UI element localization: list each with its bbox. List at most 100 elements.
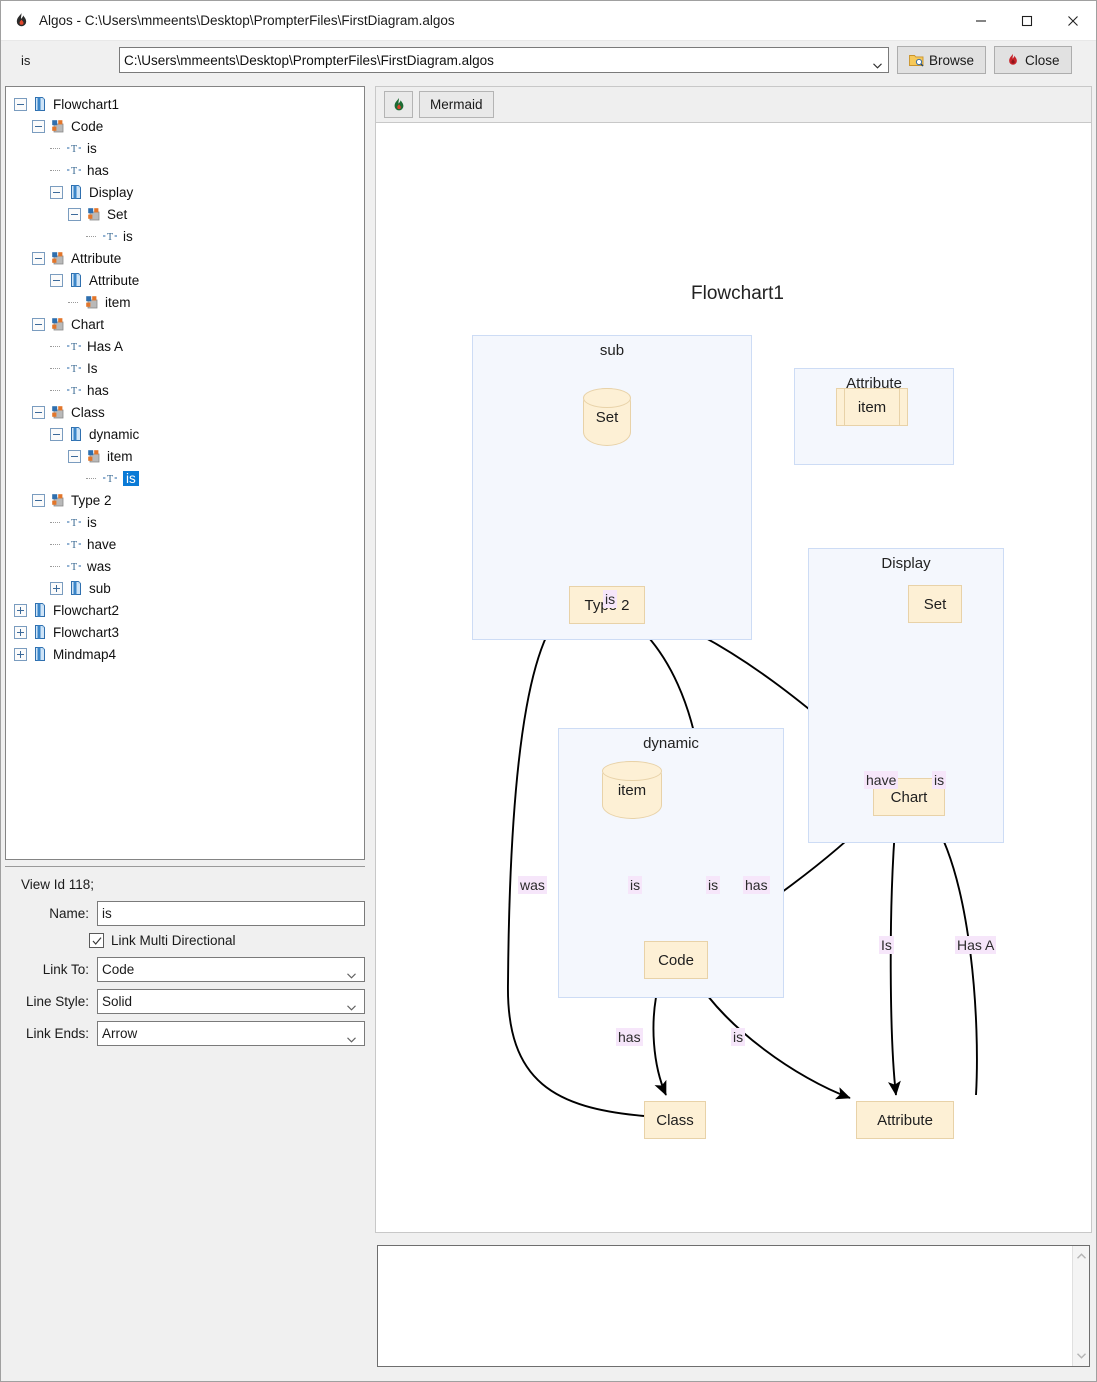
- tree-item-label: Has A: [87, 339, 123, 354]
- line-style-row: Line Style: Solid: [5, 989, 365, 1014]
- collapse-icon[interactable]: [68, 208, 81, 221]
- tree-item-has[interactable]: Thas: [14, 379, 364, 401]
- line-style-select[interactable]: Solid: [97, 989, 365, 1014]
- link-ends-value: Arrow: [98, 1026, 137, 1041]
- link-multi-directional-checkbox[interactable]: [89, 933, 104, 948]
- tree-item-mindmap4[interactable]: Mindmap4: [14, 643, 364, 665]
- tree-panel[interactable]: Flowchart1CodeTisThasDisplaySetTisAttrib…: [5, 86, 365, 860]
- tree-item-label: Type 2: [71, 493, 112, 508]
- link-to-label: Link To:: [19, 962, 97, 977]
- tree-item-chart[interactable]: Chart: [14, 313, 364, 335]
- folder-search-icon: [909, 53, 924, 67]
- scroll-up-icon[interactable]: [1073, 1248, 1089, 1264]
- cluster-label: Display: [809, 555, 1003, 572]
- tree-item-item[interactable]: item: [14, 291, 364, 313]
- text-icon: T: [66, 382, 82, 398]
- tree-item-label: has: [87, 383, 109, 398]
- link-ends-select[interactable]: Arrow: [97, 1021, 365, 1046]
- svg-text:T: T: [71, 144, 77, 155]
- node-set_disp[interactable]: Set: [908, 585, 962, 623]
- tree-item-attribute[interactable]: Attribute: [14, 247, 364, 269]
- tree-item-dynamic[interactable]: dynamic: [14, 423, 364, 445]
- node-class[interactable]: Class: [644, 1101, 706, 1139]
- text-icon: T: [66, 140, 82, 156]
- node-code[interactable]: Code: [644, 941, 708, 979]
- tree-item-have[interactable]: Thave: [14, 533, 364, 555]
- tree-item-is[interactable]: Tis: [14, 511, 364, 533]
- svg-text:T: T: [71, 562, 77, 573]
- collapse-icon[interactable]: [32, 318, 45, 331]
- edge-label: has: [743, 876, 770, 894]
- window-controls: [958, 1, 1096, 40]
- collapse-icon[interactable]: [32, 252, 45, 265]
- tree-item-code[interactable]: Code: [14, 115, 364, 137]
- tree-item-label: Flowchart3: [53, 625, 119, 640]
- render-button[interactable]: [384, 91, 413, 118]
- tree-item-flowchart3[interactable]: Flowchart3: [14, 621, 364, 643]
- scroll-down-icon[interactable]: [1073, 1348, 1089, 1364]
- name-input[interactable]: is: [97, 901, 365, 926]
- tree-item-label: Code: [71, 119, 103, 134]
- tree-item-flowchart1[interactable]: Flowchart1: [14, 93, 364, 115]
- tree-item-item[interactable]: item: [14, 445, 364, 467]
- expand-icon[interactable]: [14, 626, 27, 639]
- close-icon[interactable]: [1050, 1, 1096, 40]
- collapse-icon[interactable]: [68, 450, 81, 463]
- editor-scrollbar[interactable]: [1072, 1246, 1089, 1366]
- node-set_sub[interactable]: Set: [583, 388, 631, 446]
- collapse-icon[interactable]: [32, 120, 45, 133]
- tree-item-is[interactable]: TIs: [14, 357, 364, 379]
- tree-item-attribute[interactable]: Attribute: [14, 269, 364, 291]
- collapse-icon[interactable]: [14, 98, 27, 111]
- svg-text:T: T: [71, 518, 77, 529]
- tree-item-is[interactable]: Tis: [14, 467, 364, 489]
- tree-view[interactable]: Flowchart1CodeTisThasDisplaySetTisAttrib…: [6, 87, 364, 665]
- collapse-icon[interactable]: [50, 186, 63, 199]
- collapse-icon[interactable]: [50, 428, 63, 441]
- tab-mermaid[interactable]: Mermaid: [419, 91, 494, 118]
- multi-directional-row[interactable]: Link Multi Directional: [5, 933, 365, 948]
- name-row: Name: is: [5, 901, 365, 926]
- close-file-button[interactable]: Close: [994, 46, 1072, 74]
- node-label: Class: [656, 1112, 694, 1129]
- collapse-icon[interactable]: [50, 274, 63, 287]
- tree-item-is[interactable]: Tis: [14, 225, 364, 247]
- tree-item-type-2[interactable]: Type 2: [14, 489, 364, 511]
- tree-item-set[interactable]: Set: [14, 203, 364, 225]
- collapse-icon[interactable]: [32, 406, 45, 419]
- tree-item-has[interactable]: Thas: [14, 159, 364, 181]
- expand-icon[interactable]: [14, 604, 27, 617]
- tree-item-class[interactable]: Class: [14, 401, 364, 423]
- tree-item-sub[interactable]: sub: [14, 577, 364, 599]
- expand-icon[interactable]: [50, 582, 63, 595]
- link-to-select[interactable]: Code: [97, 957, 365, 982]
- tree-item-is[interactable]: Tis: [14, 137, 364, 159]
- document-icon: [32, 602, 48, 618]
- tree-item-label: Class: [71, 405, 105, 420]
- diagram-canvas[interactable]: Flowchart1: [375, 122, 1092, 1233]
- node-item_dyn[interactable]: item: [602, 761, 662, 819]
- block-icon: [50, 250, 66, 266]
- tree-item-was[interactable]: Twas: [14, 555, 364, 577]
- node-item_attr[interactable]: item: [836, 388, 908, 426]
- collapse-icon[interactable]: [32, 494, 45, 507]
- tree-item-label: Set: [107, 207, 127, 222]
- file-path-combobox[interactable]: C:\Users\mmeents\Desktop\PrompterFiles\F…: [119, 47, 889, 73]
- node-attribute_n[interactable]: Attribute: [856, 1101, 954, 1139]
- tree-item-display[interactable]: Display: [14, 181, 364, 203]
- tree-item-flowchart2[interactable]: Flowchart2: [14, 599, 364, 621]
- tree-item-label: Mindmap4: [53, 647, 116, 662]
- svg-text:T: T: [71, 540, 77, 551]
- maximize-icon[interactable]: [1004, 1, 1050, 40]
- tree-item-label: dynamic: [89, 427, 139, 442]
- node-label: Code: [658, 952, 694, 969]
- diagram-title: Flowchart1: [376, 283, 1092, 305]
- code-editor[interactable]: [377, 1245, 1090, 1367]
- document-icon: [68, 184, 84, 200]
- browse-button[interactable]: Browse: [897, 46, 986, 74]
- block-icon: [50, 316, 66, 332]
- name-value: is: [98, 906, 112, 921]
- tree-item-has-a[interactable]: THas A: [14, 335, 364, 357]
- expand-icon[interactable]: [14, 648, 27, 661]
- minimize-icon[interactable]: [958, 1, 1004, 40]
